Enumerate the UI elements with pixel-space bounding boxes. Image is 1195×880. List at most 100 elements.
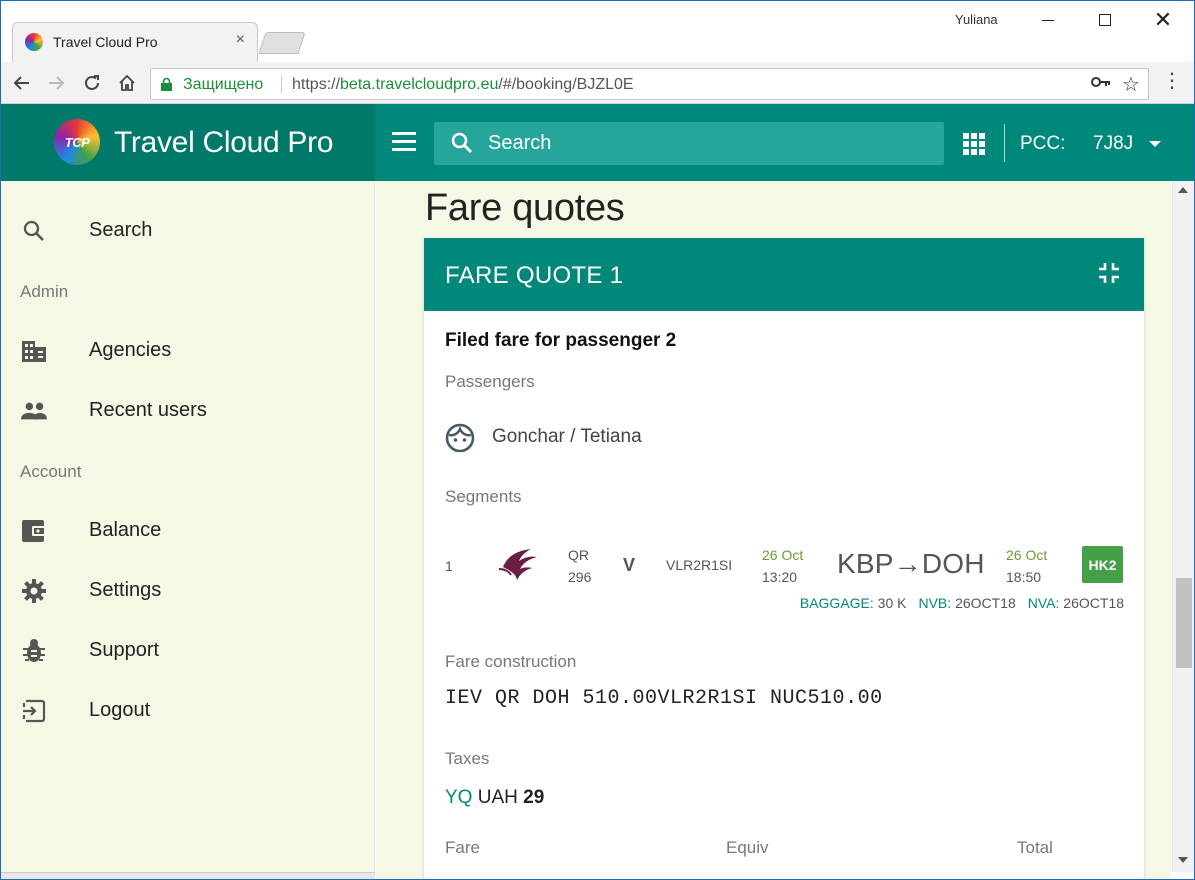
- window-close-button[interactable]: ✕: [1143, 6, 1183, 34]
- url-path: /#/booking/BJZL0E: [498, 76, 634, 93]
- building-icon: [21, 338, 47, 364]
- arrival-date: 26 Oct: [1006, 547, 1048, 563]
- brand-logo-text: TCP: [64, 134, 90, 150]
- sidebar-item-support[interactable]: Support: [0, 623, 374, 679]
- nvb-label: NVB:: [918, 595, 952, 611]
- people-icon: [21, 398, 47, 424]
- fare-construction: IEV QR DOH 510.00VLR2R1SI NUC510.00: [445, 687, 883, 710]
- sidebar-item-logout[interactable]: Logout: [0, 683, 374, 739]
- tax-line: YQ UAH 29: [445, 787, 544, 809]
- tab-close-icon[interactable]: ×: [236, 31, 245, 49]
- col-fare: Fare: [445, 838, 480, 857]
- chevron-down-icon: [1149, 141, 1162, 147]
- departure-datetime: 26 Oct 13:20: [762, 544, 803, 588]
- page-scrollbar[interactable]: [1172, 181, 1194, 872]
- status-badge: HK2: [1082, 546, 1123, 583]
- col-total: Total: [1017, 838, 1053, 857]
- baggage-info: BAGGAGE: 30 K: [800, 595, 907, 611]
- scroll-up-arrow-icon[interactable]: [1178, 187, 1188, 193]
- nvb-value: 26OCT18: [955, 595, 1016, 611]
- scroll-down-arrow-icon[interactable]: [1178, 857, 1188, 863]
- segment-flight: QR 296: [568, 544, 591, 588]
- section-admin: Admin: [20, 282, 69, 301]
- segment-meta: BAGGAGE: 30 K NVB: 26OCT18 NVA: 26OCT18: [800, 595, 1124, 611]
- passenger-face-icon: [445, 423, 475, 453]
- reload-icon[interactable]: [79, 70, 105, 96]
- new-tab-button[interactable]: [258, 32, 306, 54]
- nva-label: NVA:: [1027, 595, 1060, 611]
- nva-info: NVA: 26OCT18: [1028, 595, 1124, 611]
- browser-toolbar: Защищено https://beta.travelcloudpro.eu/…: [0, 62, 1195, 104]
- sidebar-item-label: Balance: [89, 519, 162, 541]
- baggage-label: BAGGAGE:: [799, 595, 874, 611]
- departure-date: 26 Oct: [762, 547, 804, 563]
- fare-quote-header[interactable]: FARE QUOTE 1: [424, 238, 1144, 311]
- collapse-icon[interactable]: [1098, 262, 1120, 284]
- departure-time: 13:20: [762, 569, 798, 585]
- maximize-button[interactable]: [1085, 6, 1125, 34]
- section-account: Account: [20, 462, 82, 481]
- fare-quote-title: FARE QUOTE 1: [445, 262, 624, 289]
- tax-currency: UAH: [477, 787, 518, 808]
- sidebar-item-settings[interactable]: Settings: [0, 563, 374, 619]
- airline-logo-icon: [498, 549, 537, 580]
- sidebar-item-label: Settings: [89, 579, 162, 601]
- url-host: beta.travelcloudpro.eu: [340, 76, 499, 93]
- profile-name[interactable]: Yuliana: [955, 12, 998, 27]
- url-text[interactable]: https://beta.travelcloudpro.eu/#/booking…: [292, 76, 634, 94]
- search-bar[interactable]: [434, 122, 944, 165]
- logout-icon: [21, 698, 47, 724]
- segments-label: Segments: [445, 487, 522, 506]
- back-arrow-icon[interactable]: [8, 70, 34, 96]
- sidebar-item-label: Search: [89, 219, 153, 241]
- address-bar[interactable]: Защищено https://beta.travelcloudpro.eu/…: [150, 68, 1149, 100]
- app-header: TCP Travel Cloud Pro PCC: 7J8J: [0, 104, 1195, 181]
- nvb-info: NVB: 26OCT18: [918, 595, 1015, 611]
- home-icon[interactable]: [114, 70, 140, 96]
- key-icon[interactable]: [1091, 75, 1111, 93]
- flight-number: 296: [568, 569, 592, 585]
- search-icon: [21, 218, 47, 244]
- sidebar: Search Admin Agencies Recent users Accou…: [0, 181, 375, 880]
- favicon-icon: [25, 33, 43, 51]
- segment-number: 1: [445, 558, 453, 574]
- lock-icon: [161, 78, 172, 91]
- sidebar-item-search[interactable]: Search: [0, 203, 374, 259]
- sidebar-item-agencies[interactable]: Agencies: [0, 323, 374, 379]
- sidebar-item-recent-users[interactable]: Recent users: [0, 383, 374, 439]
- browser-tab[interactable]: Travel Cloud Pro ×: [12, 22, 258, 62]
- browser-menu-icon[interactable]: ⋮: [1162, 71, 1182, 91]
- brand-logo: TCP: [54, 119, 100, 165]
- pcc-label: PCC:: [1020, 133, 1066, 154]
- fare-totals-header: Fare Equiv Total: [424, 838, 1144, 862]
- sidebar-item-label: Agencies: [89, 339, 172, 361]
- gear-icon: [21, 578, 47, 604]
- passengers-label: Passengers: [445, 372, 535, 391]
- page-title: Fare quotes: [425, 187, 625, 229]
- brand-area: TCP Travel Cloud Pro: [0, 104, 375, 181]
- passenger-name[interactable]: Gonchar / Tetiana: [492, 426, 642, 448]
- sidebar-item-label: Recent users: [89, 399, 207, 421]
- tab-title: Travel Cloud Pro: [53, 34, 158, 50]
- header-divider: [1004, 124, 1005, 162]
- apps-grid-icon[interactable]: [963, 133, 985, 155]
- booking-class: V: [623, 555, 636, 575]
- bookmark-star-icon[interactable]: ☆: [1122, 72, 1140, 97]
- nva-value: 26OCT18: [1063, 595, 1124, 611]
- wallet-icon: [21, 518, 47, 544]
- taxes-label: Taxes: [445, 749, 490, 768]
- baggage-value: 30 K: [877, 595, 907, 611]
- sidebar-item-label: Support: [89, 639, 160, 661]
- hamburger-menu-icon[interactable]: [392, 132, 416, 152]
- minimize-button[interactable]: [1028, 6, 1068, 34]
- arrival-datetime: 26 Oct 18:50: [1006, 544, 1047, 588]
- forward-arrow-icon[interactable]: [44, 70, 70, 96]
- scrollbar-thumb[interactable]: [1176, 578, 1192, 668]
- brand-name[interactable]: Travel Cloud Pro: [114, 126, 333, 160]
- col-equiv: Equiv: [726, 838, 769, 857]
- fare-construction-label: Fare construction: [445, 652, 577, 671]
- search-input[interactable]: [488, 131, 928, 155]
- sidebar-item-balance[interactable]: Balance: [0, 503, 374, 559]
- pcc-select[interactable]: 7J8J: [1093, 131, 1162, 157]
- secure-label: Защищено: [183, 76, 264, 93]
